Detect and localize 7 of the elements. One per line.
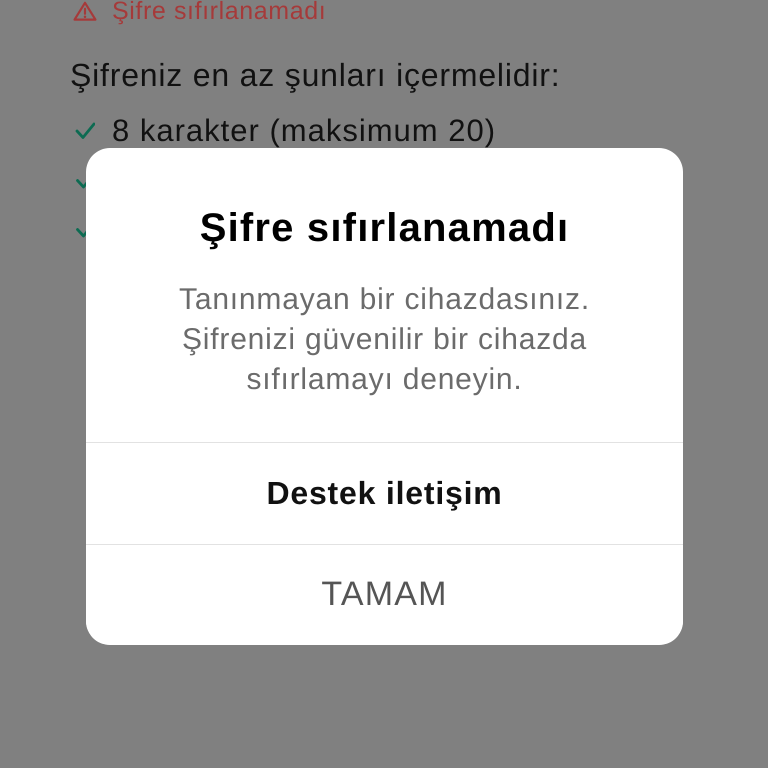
error-message: Şifre sıfırlanamadı [112,0,326,23]
dialog-title: Şifre sıfırlanamadı [198,206,570,250]
warning-icon [72,1,98,21]
requirements-heading: Şifreniz en az şunları içermelidir: [70,59,560,91]
requirement-text: 8 karakter (maksimum 20) [112,115,496,146]
ok-button[interactable]: TAMAM [86,544,683,644]
dialog-message: Tanınmayan bir cihazdasınız. Şifrenizi güvenilir bir cihazda sıfırlamayı deneyin. [178,282,591,398]
